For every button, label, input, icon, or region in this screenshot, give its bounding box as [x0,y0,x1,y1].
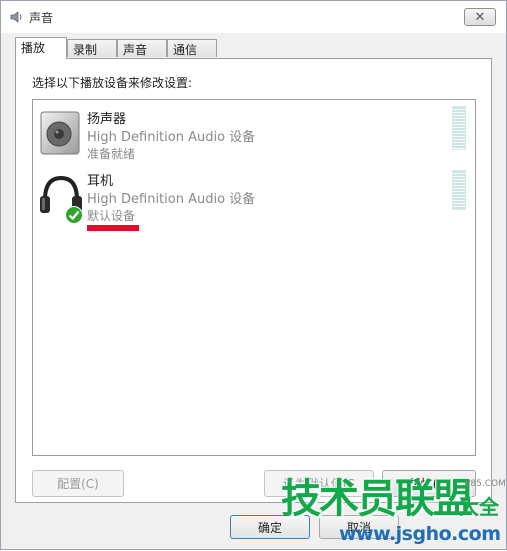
volume-meter-headphones [452,170,466,210]
speaker-icon [40,111,80,155]
close-icon: ✕ [474,9,486,25]
window-title: 声音 [29,11,54,25]
playback-panel: 选择以下播放设备来修改设置: 扬声器 High Definition Audio… [15,58,492,503]
tab-communications[interactable]: 通信 [167,39,217,57]
highlight-underline [87,225,139,231]
close-button[interactable]: ✕ [464,8,496,26]
tab-playback[interactable]: 播放 [15,37,67,59]
tab-recording[interactable]: 录制 [67,39,117,57]
configure-button[interactable]: 配置(C) [32,470,124,497]
device-status: 准备就绪 [87,147,136,161]
volume-meter-speaker [452,106,466,150]
device-name: 扬声器 [87,112,127,127]
speaker-icon [10,11,22,23]
properties-button[interactable]: 属性(P) [382,470,476,497]
tab-sounds[interactable]: 声音 [117,39,167,57]
sound-dialog: 声音 ✕ 播放 录制 声音 通信 选择以下播放设备来修改设置: 扬声器 High… [0,0,507,550]
device-name: 耳机 [87,174,114,189]
device-list[interactable]: 扬声器 High Definition Audio 设备 准备就绪 耳机 Hig… [32,99,476,456]
instruction-text: 选择以下播放设备来修改设置: [32,76,193,90]
device-headphones[interactable]: 耳机 High Definition Audio 设备 默认设备 [33,170,473,230]
ok-button[interactable]: 确定 [230,515,310,539]
set-default-button[interactable]: 设为默认值(S [264,470,374,497]
device-speaker[interactable]: 扬声器 High Definition Audio 设备 准备就绪 [33,108,473,168]
checkmark-icon [65,206,83,224]
device-driver: High Definition Audio 设备 [87,130,256,145]
title-bar: 声音 ✕ [1,1,506,33]
device-driver: High Definition Audio 设备 [87,192,256,207]
device-status: 默认设备 [87,209,136,223]
cancel-button[interactable]: 取消 [319,515,399,539]
